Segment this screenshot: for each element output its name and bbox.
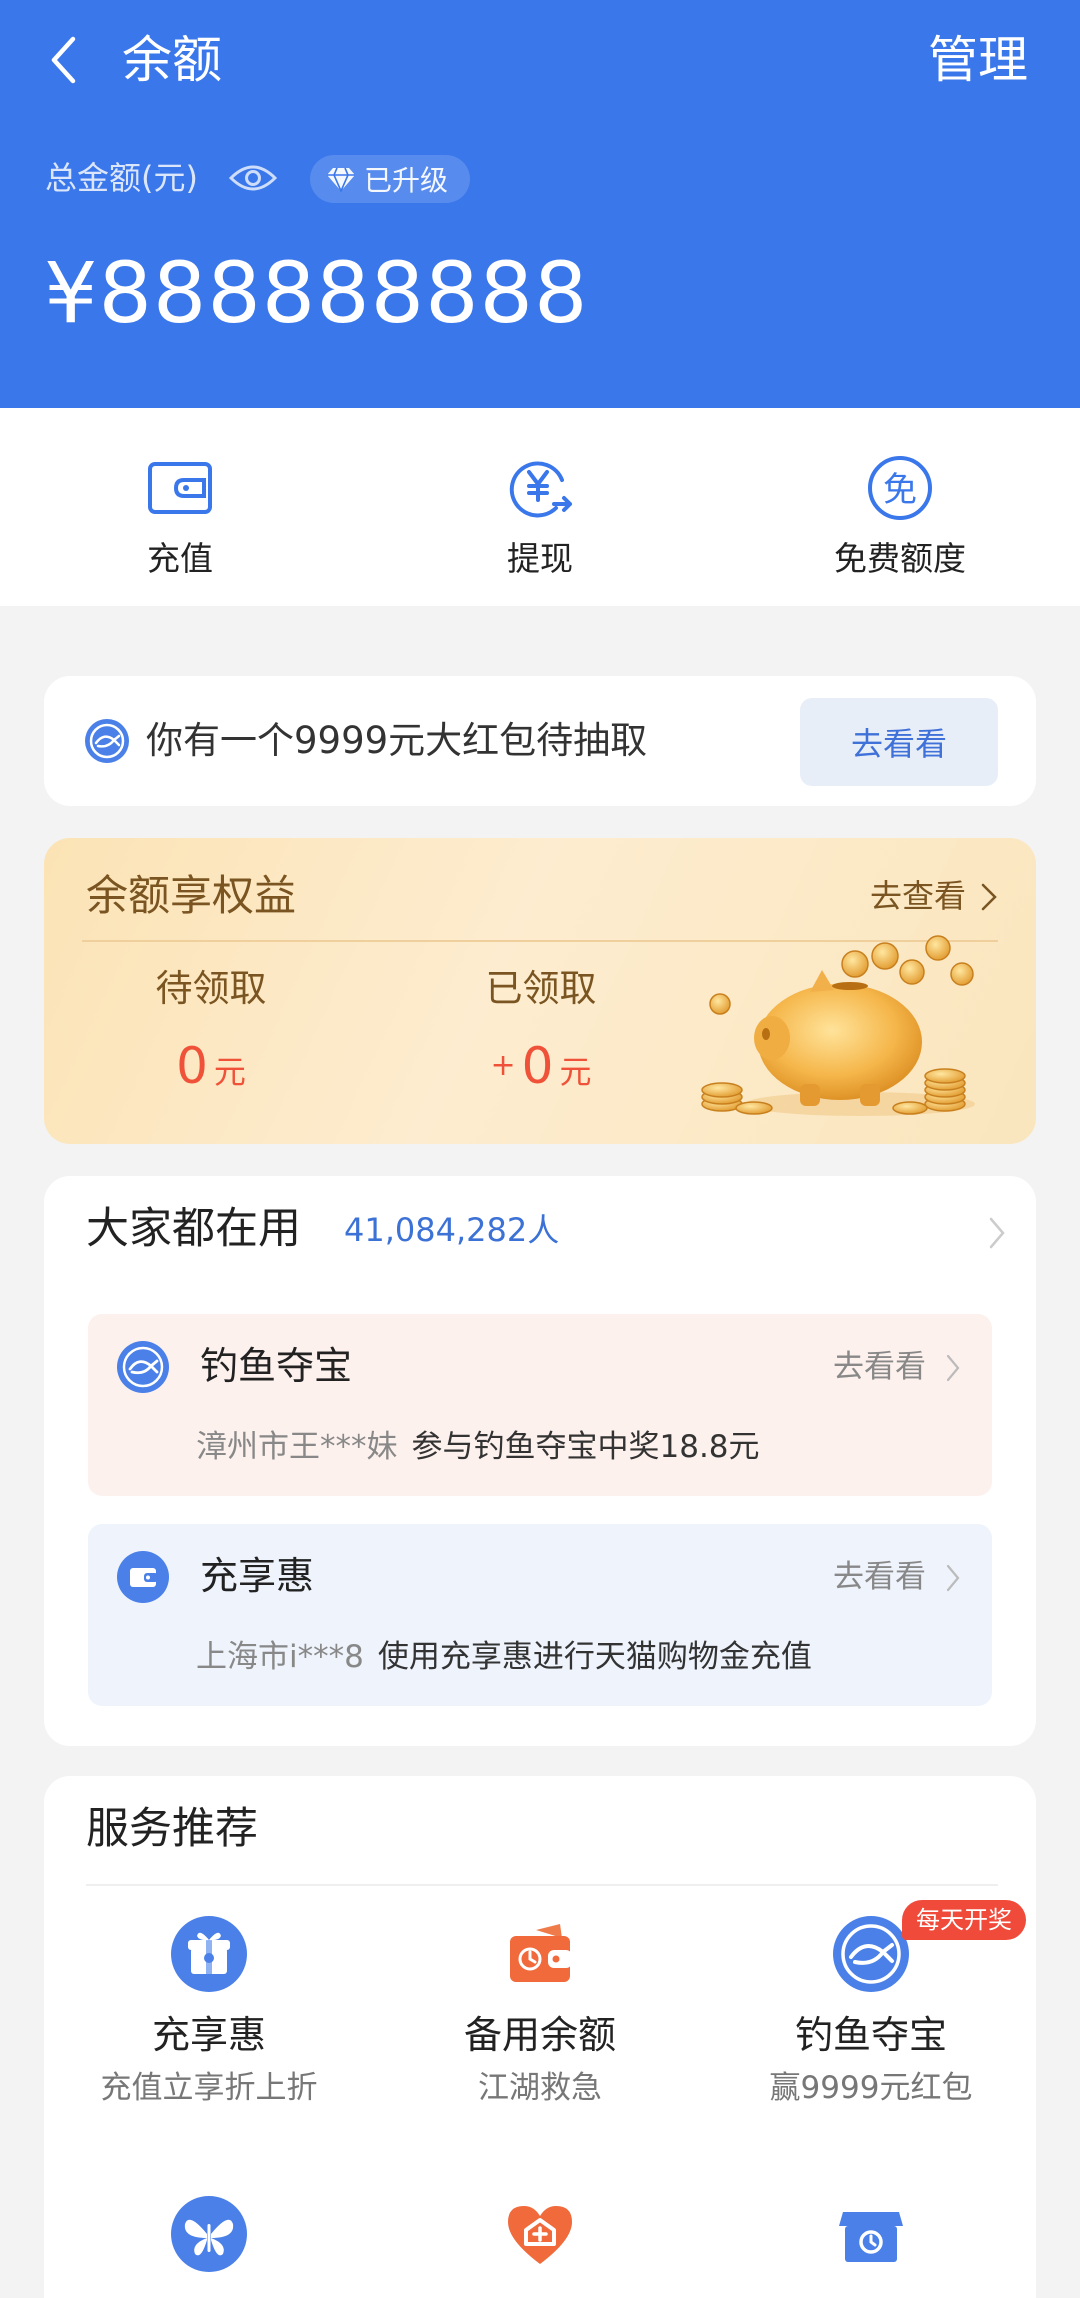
diamond-icon <box>327 167 355 192</box>
service-subtitle: 赢9999元红包 <box>769 2070 973 2106</box>
daily-draw-badge: 每天开奖 <box>902 1900 1026 1940</box>
received-rights: 已领取 +0 元 <box>416 962 666 1102</box>
action-label: 充值 <box>147 539 213 578</box>
received-value: +0 元 <box>416 1036 666 1102</box>
chevron-right-icon <box>981 883 997 911</box>
service-butterfly[interactable] <box>44 2194 374 2274</box>
service-name: 备用余额 <box>463 2013 616 2057</box>
total-amount-label: 总金额(元) <box>45 159 198 197</box>
gold-piggy-bank-icon <box>701 935 975 1116</box>
fish-icon <box>833 1916 909 1992</box>
free-quota-icon: 免 <box>868 456 932 520</box>
service-store[interactable] <box>706 2194 1036 2274</box>
service-subtitle: 充值立享折上折 <box>100 2070 318 2106</box>
received-prefix: + <box>490 1048 516 1083</box>
divider <box>86 1884 998 1886</box>
item-description: 漳州市王***妹 参与钓鱼夺宝中奖18.8元 <box>196 1424 760 1470</box>
pending-unit: 元 <box>213 1053 246 1091</box>
eye-icon[interactable] <box>227 158 279 198</box>
recharge-button[interactable]: 充值 <box>0 408 360 606</box>
service-name: 钓鱼夺宝 <box>794 2013 947 2057</box>
service-backup-balance[interactable]: 备用余额 江湖救急 <box>375 1914 705 2110</box>
item-name: 充享惠 <box>200 1554 315 1598</box>
service-recharge-deal[interactable]: 充享惠 充值立享折上折 <box>44 1914 374 2110</box>
withdraw-yuan-icon <box>509 461 572 518</box>
item-user: 漳州市王***妹 <box>196 1429 398 1465</box>
page-title: 余额 <box>122 31 222 89</box>
popular-item-recharge-deal[interactable]: 充享惠 去看看 上海市i***8 使用充享惠进行天猫购物金充值 <box>88 1524 992 1706</box>
item-name: 钓鱼夺宝 <box>200 1344 353 1388</box>
rights-view-link[interactable]: 去查看 <box>870 872 966 920</box>
svg-text:免: 免 <box>883 470 917 510</box>
free-quota-button[interactable]: 免 免费额度 <box>720 408 1080 606</box>
item-go-see-link[interactable]: 去看看 <box>833 1554 926 1600</box>
item-description: 上海市i***8 使用充享惠进行天猫购物金充值 <box>196 1634 812 1680</box>
wallet-icon <box>117 1551 169 1603</box>
chevron-right-icon <box>946 1564 960 1592</box>
back-arrow-icon <box>51 36 76 84</box>
pending-value: 0元 <box>86 1036 336 1102</box>
fish-icon <box>85 719 129 763</box>
balance-rights-card[interactable]: 余额享权益 去查看 待领取 0元 已领取 +0 元 <box>44 838 1036 1144</box>
wallet-icon <box>148 462 212 514</box>
popular-item-fishing[interactable]: 钓鱼夺宝 去看看 漳州市王***妹 参与钓鱼夺宝中奖18.8元 <box>88 1314 992 1496</box>
popular-user-count: 41,084,282人 <box>344 1211 560 1249</box>
header: 余额 管理 总金额(元) 已升级 ¥888888888 <box>0 0 1080 408</box>
item-go-see-link[interactable]: 去看看 <box>833 1344 926 1390</box>
item-activity: 使用充享惠进行天猫购物金充值 <box>377 1639 812 1675</box>
action-label: 免费额度 <box>834 539 966 578</box>
promo-text: 你有一个9999元大红包待抽取 <box>146 719 648 762</box>
action-row: 充值 提现 免 免费额度 <box>0 408 1080 606</box>
services-card: 服务推荐 充享惠 充值立享折上折 备用余额 江湖救急 每天开奖 钓鱼夺宝 赢99… <box>44 1776 1036 2298</box>
service-subtitle: 江湖救急 <box>478 2070 602 2106</box>
wallet-icon <box>510 1924 572 1982</box>
withdraw-button[interactable]: 提现 <box>360 408 720 606</box>
service-heart[interactable] <box>375 2194 705 2274</box>
service-name: 充享惠 <box>151 2013 266 2057</box>
received-unit: 元 <box>559 1053 592 1091</box>
chevron-right-icon[interactable] <box>988 1216 1006 1250</box>
upgrade-badge[interactable]: 已升级 <box>310 155 471 203</box>
red-packet-promo-card[interactable]: 你有一个9999元大红包待抽取 去看看 <box>44 676 1036 806</box>
popular-card: 大家都在用 41,084,282人 钓鱼夺宝 去看看 漳州市王***妹 参与钓鱼夺… <box>44 1176 1036 1746</box>
fish-icon <box>117 1341 169 1393</box>
services-title: 服务推荐 <box>86 1804 258 1854</box>
pending-amount: 0 <box>176 1037 208 1095</box>
go-see-button[interactable]: 去看看 <box>800 698 998 786</box>
service-fishing[interactable]: 每天开奖 钓鱼夺宝 赢9999元红包 <box>706 1900 1036 2110</box>
manage-button[interactable]: 管理 <box>928 28 1028 92</box>
upgrade-badge-label: 已升级 <box>364 164 449 197</box>
popular-title: 大家都在用 <box>86 1204 301 1254</box>
heart-icon <box>508 2206 572 2264</box>
pending-label: 待领取 <box>155 967 267 1010</box>
item-activity: 参与钓鱼夺宝中奖18.8元 <box>411 1429 760 1465</box>
received-label: 已领取 <box>485 967 597 1010</box>
rights-title: 余额享权益 <box>86 871 297 920</box>
action-label: 提现 <box>507 539 573 578</box>
back-button[interactable] <box>38 30 88 90</box>
item-user: 上海市i***8 <box>196 1639 364 1675</box>
pending-rights: 待领取 0元 <box>86 962 336 1102</box>
gift-icon <box>171 1916 247 1992</box>
store-icon <box>839 2212 903 2262</box>
balance-amount: ¥888888888 <box>44 244 589 342</box>
received-amount: 0 <box>521 1037 554 1095</box>
chevron-right-icon <box>946 1354 960 1382</box>
butterfly-icon <box>171 2196 247 2272</box>
